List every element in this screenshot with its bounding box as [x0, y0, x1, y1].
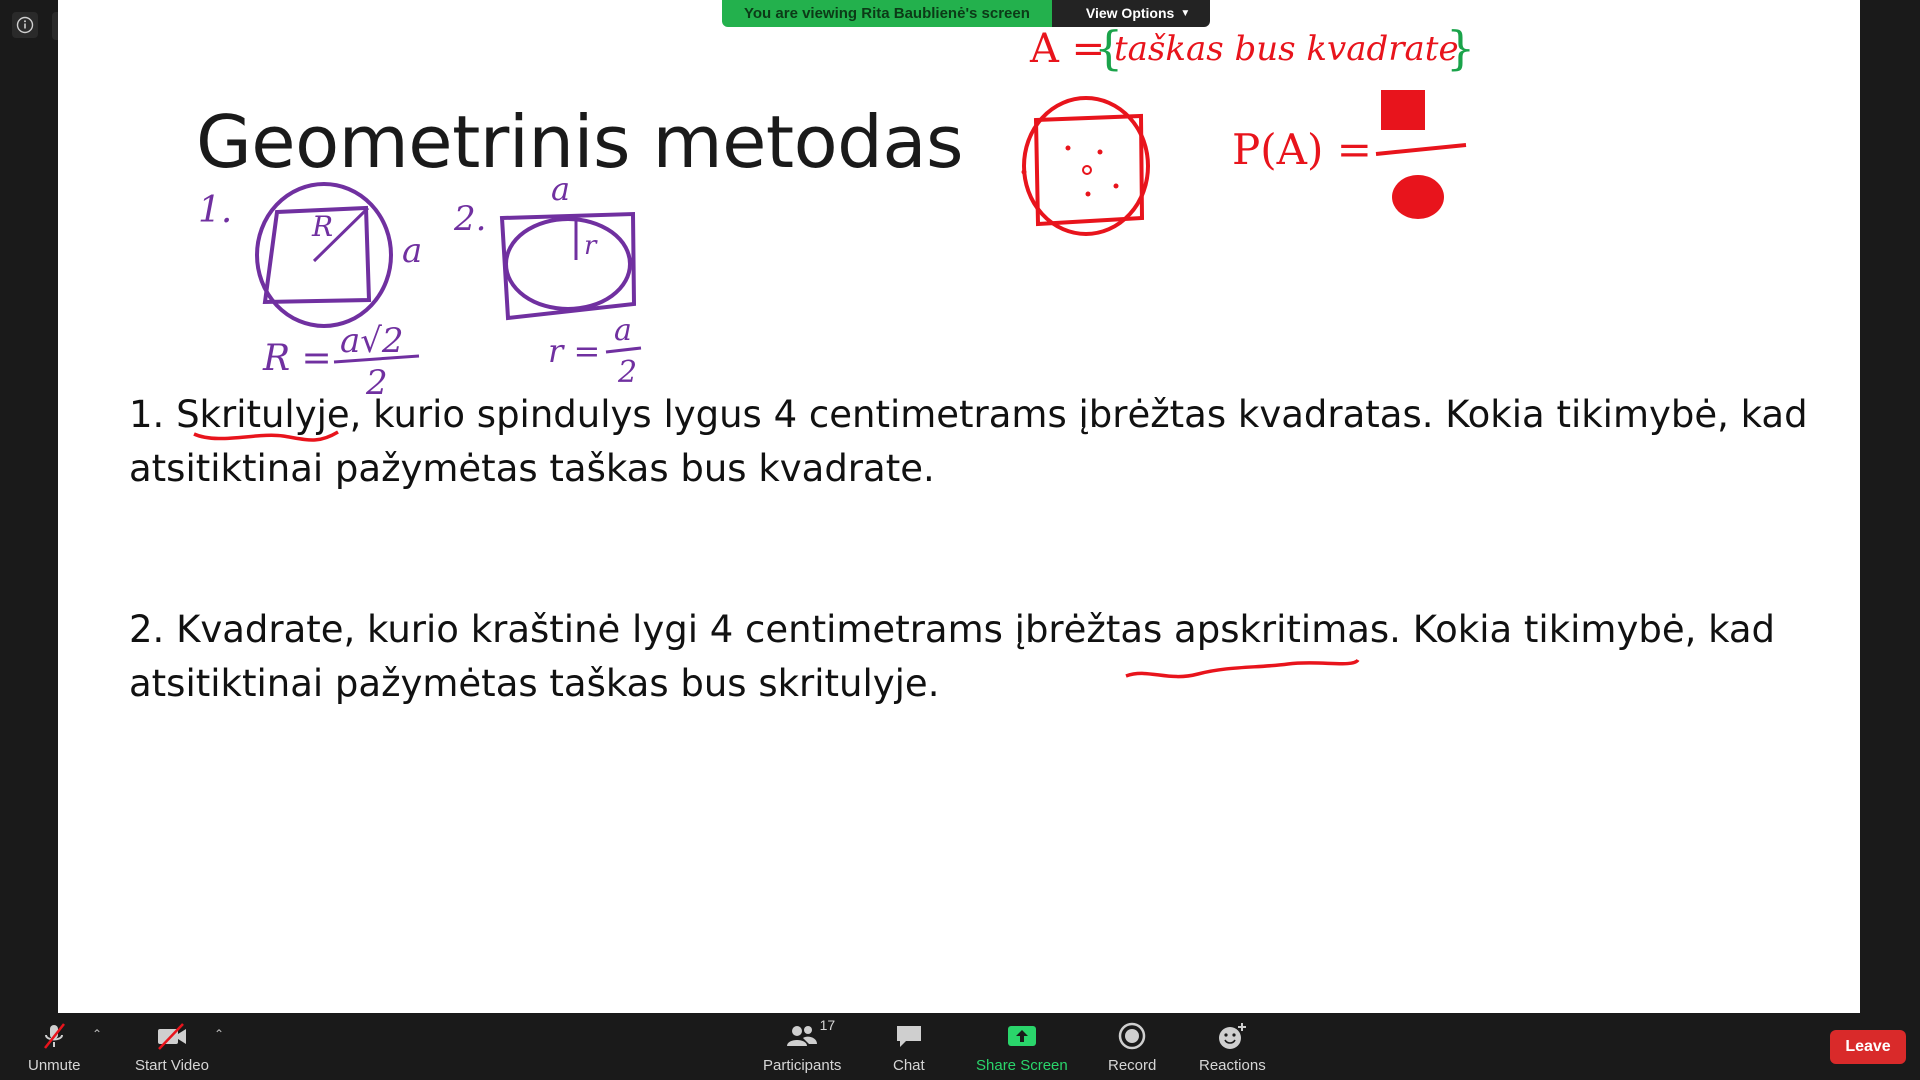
- inscribed-square: [262, 205, 372, 305]
- left-brace-icon: {: [1094, 21, 1123, 75]
- screen-share-banner: You are viewing Rita Baublienė's screen …: [722, 0, 1211, 27]
- formula-2-lhs: r =: [548, 332, 600, 370]
- chat-bubble-icon: [894, 1019, 924, 1053]
- view-options-label: View Options: [1085, 5, 1175, 21]
- video-options-caret-icon[interactable]: ⌃: [214, 1027, 224, 1041]
- inscribed-circle: [504, 217, 632, 311]
- diagram-1-label: 1.: [198, 190, 232, 231]
- leave-button[interactable]: Leave: [1830, 1030, 1906, 1064]
- reactions-label: Reactions: [1199, 1057, 1266, 1074]
- probability-label: P(A) =: [1232, 125, 1372, 174]
- problem-1-text: 1. Skritulyje, kurio spindulys lygus 4 c…: [129, 393, 1808, 490]
- radius-line: [312, 206, 370, 263]
- share-screen-button[interactable]: Share Screen: [976, 1019, 1068, 1074]
- random-point: [1065, 145, 1071, 151]
- chevron-down-icon: ▼: [1180, 8, 1191, 19]
- participants-button[interactable]: 17 Participants: [763, 1017, 842, 1074]
- circumscribed-circle: [255, 182, 393, 328]
- unmute-label: Unmute: [28, 1057, 81, 1074]
- viewing-screen-text: You are viewing Rita Baublienė's screen: [722, 0, 1052, 27]
- red-square: [1033, 113, 1145, 227]
- participants-icon: 17: [785, 1017, 835, 1053]
- formula-1-fraction-bar: [333, 354, 420, 364]
- muted-microphone-icon: [39, 1019, 69, 1053]
- formula-2-denominator: 2: [617, 355, 637, 390]
- slide-title: Geometrinis metodas: [196, 100, 964, 184]
- radius-R-label: R: [311, 210, 333, 243]
- participants-label: Participants: [763, 1057, 842, 1074]
- record-icon: [1117, 1019, 1147, 1053]
- start-video-label: Start Video: [135, 1057, 209, 1074]
- filled-square-icon: [1381, 90, 1425, 130]
- probability-fraction-bar: [1375, 143, 1467, 156]
- diagram-2-label: 2.: [453, 199, 486, 239]
- record-label: Record: [1108, 1057, 1157, 1074]
- record-button[interactable]: Record: [1108, 1019, 1156, 1074]
- zoom-meeting-window: You are viewing Rita Baublienė's screen …: [0, 0, 1920, 1080]
- problem-2-text: 2. Kvadrate, kurio kraštinė lygi 4 centi…: [129, 608, 1776, 705]
- reactions-button[interactable]: Reactions: [1199, 1019, 1266, 1074]
- share-screen-icon: [1006, 1019, 1038, 1053]
- start-video-button[interactable]: Start Video: [135, 1019, 209, 1074]
- random-point: [1113, 183, 1119, 189]
- event-A-label: A =: [1029, 26, 1105, 72]
- random-point: [1021, 169, 1027, 175]
- view-options-button[interactable]: View Options ▼: [1051, 0, 1211, 27]
- chat-button[interactable]: Chat: [893, 1019, 925, 1074]
- radius-r-label: r: [584, 231, 598, 261]
- filled-circle-icon: [1392, 175, 1444, 219]
- random-point: [1085, 191, 1091, 197]
- formula-2-fraction-bar: [605, 346, 642, 354]
- meeting-info-icon[interactable]: [12, 12, 38, 38]
- right-brace-icon: }: [1446, 21, 1475, 75]
- formula-1-numerator: a√2: [340, 321, 404, 361]
- share-screen-label: Share Screen: [976, 1057, 1068, 1074]
- add-reaction-icon: [1216, 1019, 1248, 1053]
- meeting-toolbar: Unmute ⌃ Start Video ⌃ 17 Participants C…: [0, 1013, 1920, 1080]
- outer-square: [499, 211, 637, 321]
- video-off-icon: [155, 1019, 189, 1053]
- random-point: [1082, 165, 1092, 175]
- unmute-button[interactable]: Unmute: [28, 1019, 81, 1074]
- event-definition-text: taškas bus kvadrate: [1114, 29, 1459, 69]
- shared-screen-content: Geometrinis metodas 1. Skritulyje, kurio…: [58, 0, 1860, 1013]
- participants-count: 17: [819, 1017, 836, 1033]
- random-point: [1097, 149, 1103, 155]
- red-circle: [1022, 96, 1150, 236]
- formula-1-lhs: R =: [262, 338, 332, 379]
- side-a-label: a: [402, 231, 422, 271]
- chat-label: Chat: [893, 1057, 925, 1074]
- formula-2-numerator: a: [614, 313, 632, 348]
- audio-options-caret-icon[interactable]: ⌃: [92, 1027, 102, 1041]
